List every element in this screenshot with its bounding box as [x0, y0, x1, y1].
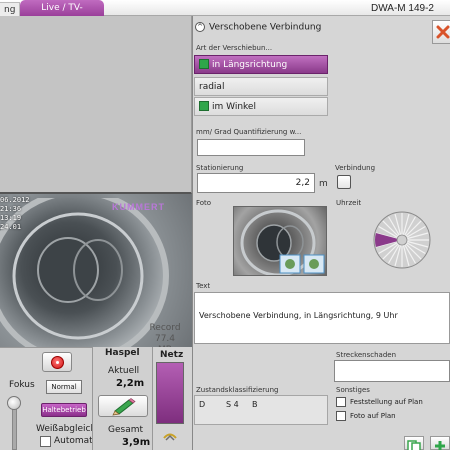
gesamt-value: 3,9m — [122, 437, 151, 448]
focus-slider-knob[interactable] — [7, 396, 21, 410]
art-label: Art der Verschiebun... — [196, 44, 273, 52]
quant-input[interactable] — [197, 139, 305, 156]
feststellung-checkbox[interactable] — [336, 397, 346, 407]
normal-button[interactable]: Normal — [46, 380, 82, 394]
tab-strip: ng Live / TV-Inspektion DWA-M 149-2 — [0, 0, 450, 29]
aktuell-label: Aktuell — [108, 366, 140, 376]
aktuell-value: 2,2m — [116, 378, 145, 389]
overlay-line4: 24.01 — [0, 223, 22, 231]
add-button[interactable] — [430, 436, 450, 450]
streckenschaden-label: Streckenschaden — [336, 351, 397, 359]
clock-position-dial[interactable] — [372, 210, 432, 270]
copy-icon — [407, 440, 421, 450]
brand-watermark: KUMMERT — [112, 202, 165, 212]
green-square-icon — [199, 58, 209, 69]
video-preview-empty — [0, 16, 192, 194]
record-label: Record — [149, 323, 181, 333]
foto-auf-plan-label: Foto auf Plan — [350, 412, 396, 420]
form-header: ^ Verschobene Verbindung — [195, 22, 321, 33]
option-label: im Winkel — [212, 102, 256, 112]
green-square-icon — [199, 100, 209, 111]
text-label: Text — [196, 282, 211, 290]
tab-previous[interactable]: ng — [0, 2, 21, 16]
confirm-button[interactable] — [404, 436, 424, 450]
power-plug-icon — [163, 433, 177, 441]
quant-label: mm/ Grad Quantifizierung w... — [196, 128, 302, 136]
streckenschaden-field[interactable] — [334, 360, 450, 382]
gesamt-label: Gesamt — [108, 425, 144, 435]
stationierung-input[interactable]: 2,2 — [197, 173, 315, 193]
plus-icon — [435, 441, 445, 450]
fokus-label: Fokus — [9, 380, 35, 390]
zustand-box: D S 4 B — [194, 395, 328, 425]
zustand-d: D — [199, 400, 206, 409]
overlay-date: 06.2012 — [0, 196, 30, 204]
overlay-time: 21:36 — [0, 205, 22, 213]
haspel-title: Haspel — [105, 348, 140, 358]
netz-level-bar — [156, 362, 184, 424]
foto-thumbnail[interactable] — [233, 206, 327, 276]
stationierung-unit: m — [319, 179, 328, 189]
close-button[interactable] — [432, 20, 450, 44]
collapse-icon[interactable]: ^ — [195, 22, 205, 32]
tab-live-inspection[interactable]: Live / TV-Inspektion — [20, 0, 104, 29]
feststellung-label: Feststellung auf Plan — [350, 398, 423, 406]
close-icon — [436, 25, 450, 39]
zustand-b: B — [252, 400, 258, 409]
haltebetrieb-button[interactable]: Haltebetrieb — [41, 403, 87, 417]
pipe-photo — [240, 209, 325, 275]
option-label: in Längsrichtung — [212, 60, 288, 70]
text-area[interactable]: Verschobene Verbindung, in Längsrichtung… — [194, 292, 450, 344]
form-title: Verschobene Verbindung — [209, 22, 322, 33]
netz-title: Netz — [160, 350, 184, 360]
option-laengsrichtung[interactable]: in Längsrichtung — [194, 55, 328, 74]
foto-label: Foto — [196, 199, 212, 207]
pencil-icon — [112, 398, 136, 416]
record-icon — [51, 356, 64, 369]
stationierung-label: Stationierung — [196, 164, 244, 172]
foto-auf-plan-checkbox[interactable] — [336, 411, 346, 421]
app-window: ng Live / TV-Inspektion DWA-M 149-2 06.2… — [0, 0, 450, 450]
weissabgleich-label: Weißabgleich — [36, 424, 97, 434]
option-im-winkel[interactable]: im Winkel — [194, 97, 328, 116]
overlay-line3: 13:19 — [0, 214, 22, 222]
option-label: radial — [199, 82, 225, 92]
zustand-label: Zustandsklassifizierung — [196, 386, 279, 394]
record-button[interactable] — [42, 352, 72, 372]
uhrzeit-label: Uhrzeit — [336, 199, 362, 207]
device-id-label: DWA-M 149-2 — [371, 3, 434, 14]
verbindung-checkbox[interactable] — [337, 175, 351, 189]
edit-length-button[interactable] — [98, 395, 148, 417]
automatic-checkbox[interactable] — [40, 436, 51, 447]
zustand-s: S 4 — [226, 400, 239, 409]
option-radial[interactable]: radial — [194, 77, 328, 96]
sonstiges-label: Sonstiges — [336, 386, 370, 394]
verbindung-label: Verbindung — [335, 164, 376, 172]
